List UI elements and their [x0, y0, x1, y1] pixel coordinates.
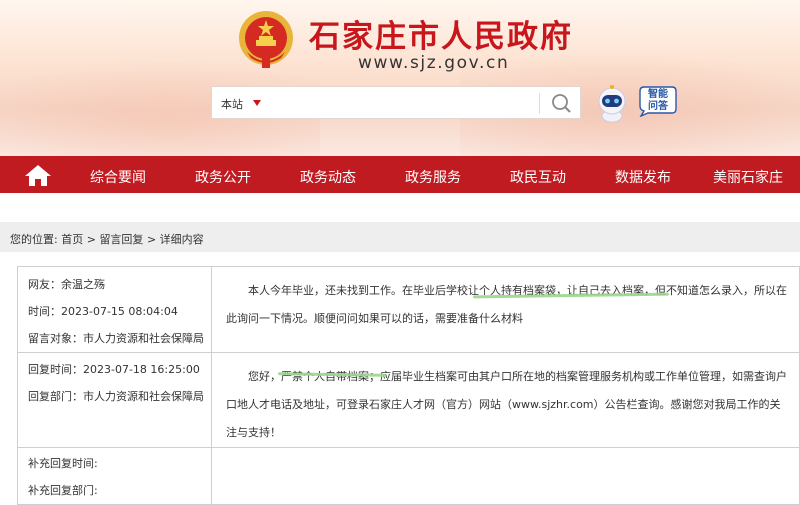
search-divider [539, 93, 540, 114]
smart-qa-label: 智能 问答 [648, 89, 668, 112]
message-time: 时间：2023-07-15 08:04:04 [28, 305, 178, 318]
message-detail-table: 网友：余温之殇 时间：2023-07-15 08:04:04 留言对象：市人力资… [17, 266, 800, 505]
reply-content: 您好，严禁个人自带档案；应届毕业生档案可由其户口所在地的档案管理服务机构或工作单… [226, 370, 787, 439]
site-url: www.sjz.gov.cn [358, 53, 510, 73]
site-header: 石家庄市人民政府 www.sjz.gov.cn 本站 智能 问答 [0, 0, 800, 156]
nav-item-data-release[interactable]: 数据发布 [615, 167, 671, 187]
reply-row: 回复时间：2023-07-18 16:25:00 回复部门：市人力资源和社会保障… [17, 352, 800, 448]
supplement-time-label: 补充回复时间: [28, 457, 98, 470]
breadcrumb-prefix: 您的位置: [10, 233, 58, 246]
netizen-name: 网友：余温之殇 [28, 278, 105, 291]
breadcrumb-replies[interactable]: 留言回复 [99, 233, 143, 246]
robot-icon[interactable] [592, 84, 632, 124]
nav-item-gov-affairs-open[interactable]: 政务公开 [195, 167, 251, 187]
caret-down-icon[interactable] [253, 100, 261, 106]
breadcrumb-home[interactable]: 首页 [61, 233, 83, 246]
supplement-content-cell [211, 447, 800, 505]
smart-qa-bubble[interactable]: 智能 问答 [638, 85, 678, 117]
site-title: 石家庄市人民政府 [309, 19, 573, 55]
nav-item-gov-services[interactable]: 政务服务 [405, 167, 461, 187]
reply-time: 回复时间：2023-07-18 16:25:00 [28, 363, 200, 376]
supplement-meta: 补充回复时间: 补充回复部门: [17, 447, 212, 505]
search-box: 本站 [211, 86, 581, 119]
message-content-cell: 本人今年毕业，还未找到工作。在毕业后学校让个人持有档案袋，让自己去入档案，但不知… [211, 266, 800, 353]
main-nav: 综合要闻 政务公开 政务动态 政务服务 政民互动 数据发布 美丽石家庄 [0, 156, 800, 193]
breadcrumb-current: 详细内容 [159, 233, 204, 246]
nav-item-gov-dynamics[interactable]: 政务动态 [300, 167, 356, 187]
breadcrumb-bar: 您的位置: 首页 > 留言回复 > 详细内容 [0, 222, 800, 252]
nav-item-news[interactable]: 综合要闻 [90, 167, 146, 187]
magnifier-icon[interactable] [547, 90, 575, 116]
reply-department: 回复部门：市人力资源和社会保障局 [28, 390, 204, 403]
national-emblem-icon [239, 11, 293, 68]
home-icon[interactable] [22, 162, 54, 188]
nav-item-beautiful-sjz[interactable]: 美丽石家庄 [713, 167, 783, 187]
message-target: 留言对象：市人力资源和社会保障局 [28, 332, 204, 345]
message-content: 本人今年毕业，还未找到工作。在毕业后学校让个人持有档案袋，让自己去入档案，但不知… [226, 284, 787, 325]
search-input[interactable] [272, 91, 532, 115]
supplement-dept-label: 补充回复部门: [28, 484, 98, 497]
breadcrumb-separator: > [86, 233, 96, 246]
supplement-row: 补充回复时间: 补充回复部门: [17, 447, 800, 505]
breadcrumb: 您的位置: 首页 > 留言回复 > 详细内容 [10, 231, 204, 247]
reply-meta: 回复时间：2023-07-18 16:25:00 回复部门：市人力资源和社会保障… [17, 352, 212, 448]
nav-item-interaction[interactable]: 政民互动 [510, 167, 566, 187]
breadcrumb-separator: > [146, 233, 157, 246]
message-meta: 网友：余温之殇 时间：2023-07-15 08:04:04 留言对象：市人力资… [17, 266, 212, 353]
message-row: 网友：余温之殇 时间：2023-07-15 08:04:04 留言对象：市人力资… [17, 266, 800, 353]
search-scope-select[interactable]: 本站 [221, 96, 243, 112]
reply-content-cell: 您好，严禁个人自带档案；应届毕业生档案可由其户口所在地的档案管理服务机构或工作单… [211, 352, 800, 448]
